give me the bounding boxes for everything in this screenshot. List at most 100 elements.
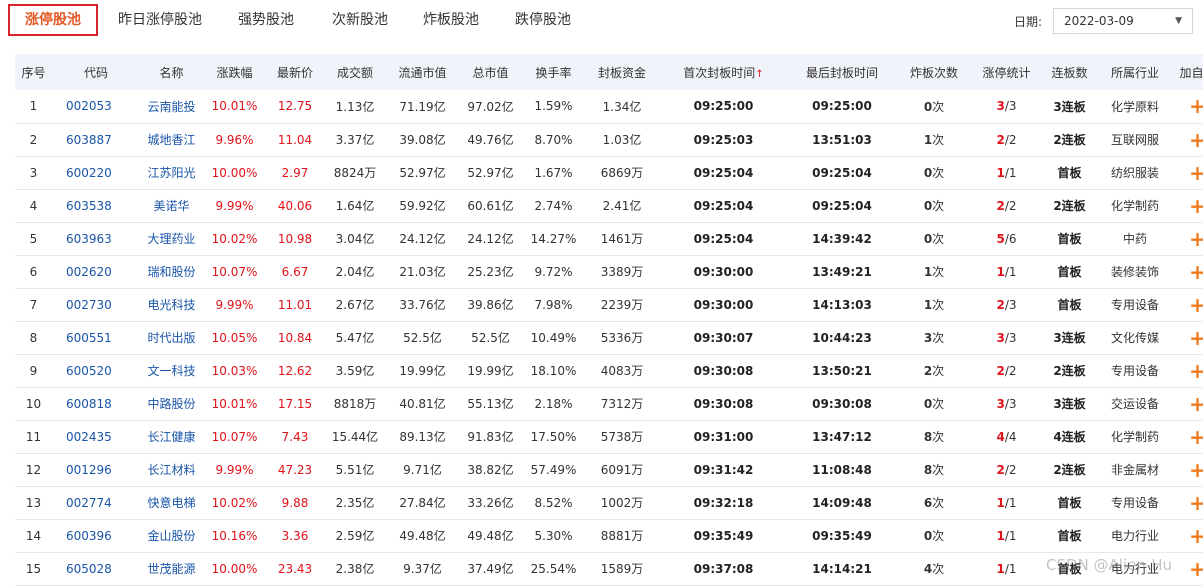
add-watchlist-plus-icon[interactable]: + [1189,491,1203,515]
add-watchlist-plus-icon[interactable]: + [1189,458,1203,482]
stock-code-link[interactable]: 603887 [52,123,140,157]
stock-name-link[interactable]: 美诺华 [140,189,203,223]
table-row[interactable]: 3 600220 江苏阳光 10.00% 2.97 8824万 52.97亿 52.97亿 1.… [15,156,1203,190]
table-row[interactable]: 7 002730 电光科技 9.99% 11.01 2.67亿 33.76亿 39.86亿 7.… [15,288,1203,322]
add-watchlist-plus-icon[interactable]: + [1189,293,1203,317]
tab-strong-pool[interactable]: 强势股池 [228,4,304,36]
total-cap: 55.13亿 [459,387,522,421]
table-row[interactable]: 12 001296 长江材料 9.99% 47.23 5.51亿 9.71亿 38.82亿 57… [15,453,1203,487]
header-seal-funds[interactable]: 封板资金 [585,54,659,90]
limit-stat-total: /3 [1004,396,1017,411]
stock-code-link[interactable]: 600220 [52,156,140,190]
header-total-cap[interactable]: 总市值 [459,54,522,90]
limit-stat: 3/3 [972,90,1041,124]
add-watchlist-cell: + [1172,288,1203,322]
table-row[interactable]: 10 600818 中路股份 10.01% 17.15 8818万 40.81亿 55.13亿… [15,387,1203,421]
add-watchlist-plus-icon[interactable]: + [1189,194,1203,218]
add-watchlist-plus-icon[interactable]: + [1189,128,1203,152]
add-watchlist-plus-icon[interactable]: + [1189,524,1203,548]
table-row[interactable]: 2 603887 城地香江 9.96% 11.04 3.37亿 39.08亿 49.76亿 8.… [15,123,1203,157]
header-float-cap[interactable]: 流通市值 [386,54,459,90]
tab-broken-board-pool[interactable]: 炸板股池 [413,4,489,36]
industry: 专用设备 [1098,354,1172,388]
stock-code-link[interactable]: 600520 [52,354,140,388]
add-watchlist-plus-icon[interactable]: + [1189,227,1203,251]
break-count-value: 0 [923,232,933,246]
header-industry[interactable]: 所属行业 [1098,54,1172,90]
tab-sub-new-pool[interactable]: 次新股池 [322,4,398,36]
latest-price: 11.01 [266,288,324,322]
latest-price: 7.43 [266,420,324,454]
limit-stat-total: /1 [1004,561,1017,576]
stock-name-link[interactable]: 城地香江 [140,123,203,157]
turnover-amount: 1.64亿 [324,189,386,223]
stock-code-link[interactable]: 001296 [52,453,140,487]
stock-code-link[interactable]: 002620 [52,255,140,289]
table-row[interactable]: 8 600551 时代出版 10.05% 10.84 5.47亿 52.5亿 52.5亿 10.… [15,321,1203,355]
table-row[interactable]: 1 002053 云南能投 10.01% 12.75 1.13亿 71.19亿 97.02亿 1… [15,90,1203,124]
header-first-seal-time[interactable]: 首次封板时间↑ [659,54,788,90]
stock-code-link[interactable]: 600396 [52,519,140,553]
stock-code-link[interactable]: 002730 [52,288,140,322]
add-watchlist-plus-icon[interactable]: + [1189,94,1203,118]
break-count-unit: 次 [932,133,945,147]
stock-code-link[interactable]: 002435 [52,420,140,454]
add-watchlist-plus-icon[interactable]: + [1189,392,1203,416]
stock-name-link[interactable]: 世茂能源 [140,552,203,586]
date-select[interactable]: 2022-03-09 ▼ [1053,8,1193,34]
header-name[interactable]: 名称 [140,54,203,90]
header-latest-price[interactable]: 最新价 [266,54,324,90]
seal-funds: 8881万 [585,519,659,553]
stock-name-link[interactable]: 瑞和股份 [140,255,203,289]
stock-name-link[interactable]: 中路股份 [140,387,203,421]
limit-stat-total: /2 [1004,198,1017,213]
tab-limit-down-pool[interactable]: 跌停股池 [505,4,581,36]
tab-limit-up-pool[interactable]: 涨停股池 [8,4,98,36]
stock-code-link[interactable]: 603538 [52,189,140,223]
table-row[interactable]: 14 600396 金山股份 10.16% 3.36 2.59亿 49.48亿 49.48亿 5… [15,519,1203,553]
table-row[interactable]: 6 002620 瑞和股份 10.07% 6.67 2.04亿 21.03亿 25.23亿 9.… [15,255,1203,289]
stock-code-link[interactable]: 605028 [52,552,140,586]
tab-yesterday-limit-up-pool[interactable]: 昨日涨停股池 [110,4,210,36]
stock-name-link[interactable]: 金山股份 [140,519,203,553]
limit-stat-total: /1 [1004,264,1017,279]
stock-name-link[interactable]: 长江健康 [140,420,203,454]
stock-name-link[interactable]: 大理药业 [140,222,203,256]
add-watchlist-plus-icon[interactable]: + [1189,557,1203,581]
float-cap: 40.81亿 [386,387,459,421]
add-watchlist-plus-icon[interactable]: + [1189,161,1203,185]
table-row[interactable]: 4 603538 美诺华 9.99% 40.06 1.64亿 59.92亿 60.61亿 2.7… [15,189,1203,223]
header-limit-stat[interactable]: 涨停统计 [972,54,1041,90]
add-watchlist-plus-icon[interactable]: + [1189,425,1203,449]
total-cap: 49.48亿 [459,519,522,553]
stock-name-link[interactable]: 长江材料 [140,453,203,487]
table-row[interactable]: 13 002774 快意电梯 10.02% 9.88 2.35亿 27.84亿 33.26亿 8… [15,486,1203,520]
add-watchlist-plus-icon[interactable]: + [1189,359,1203,383]
stock-code-link[interactable]: 002774 [52,486,140,520]
last-seal-time: 09:25:04 [788,189,896,223]
stock-name-link[interactable]: 快意电梯 [140,486,203,520]
add-watchlist-plus-icon[interactable]: + [1189,326,1203,350]
stock-code-link[interactable]: 002053 [52,90,140,124]
stock-name-link[interactable]: 云南能投 [140,90,203,124]
stock-name-link[interactable]: 时代出版 [140,321,203,355]
add-watchlist-plus-icon[interactable]: + [1189,260,1203,284]
stock-code-link[interactable]: 603963 [52,222,140,256]
header-turnover-rate[interactable]: 换手率 [522,54,585,90]
table-row[interactable]: 9 600520 文一科技 10.03% 12.62 3.59亿 19.99亿 19.99亿 1… [15,354,1203,388]
table-row[interactable]: 5 603963 大理药业 10.02% 10.98 3.04亿 24.12亿 24.12亿 1… [15,222,1203,256]
table-row[interactable]: 15 605028 世茂能源 10.00% 23.43 2.38亿 9.37亿 37.49亿 2… [15,552,1203,586]
stock-name-link[interactable]: 文一科技 [140,354,203,388]
stock-name-link[interactable]: 江苏阳光 [140,156,203,190]
header-break-count[interactable]: 炸板次数 [896,54,972,90]
stock-code-link[interactable]: 600551 [52,321,140,355]
table-row[interactable]: 11 002435 长江健康 10.07% 7.43 15.44亿 89.13亿 91.83亿… [15,420,1203,454]
header-streak[interactable]: 连板数 [1041,54,1098,90]
header-change-pct[interactable]: 涨跌幅 [203,54,266,90]
stock-code-link[interactable]: 600818 [52,387,140,421]
header-turnover-amount[interactable]: 成交额 [324,54,386,90]
header-code[interactable]: 代码 [52,54,140,90]
header-index[interactable]: 序号 [15,54,52,90]
header-last-seal-time[interactable]: 最后封板时间 [788,54,896,90]
stock-name-link[interactable]: 电光科技 [140,288,203,322]
